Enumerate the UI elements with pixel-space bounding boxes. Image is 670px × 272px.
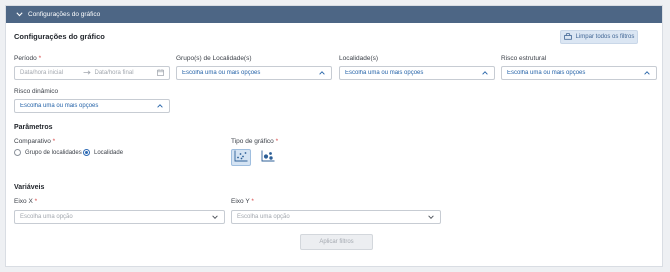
localidade-label: Localidade(s): [339, 55, 379, 62]
grupo-localidade-value: Escolha uma ou mais opções: [182, 70, 261, 76]
periodo-date-range[interactable]: Data/hora inicial Data/hora final: [14, 66, 170, 80]
risco-dinamico-label: Risco dinâmico: [14, 88, 59, 95]
radio-label: Localidade: [94, 149, 124, 156]
eixo-x-label: Eixo X *: [14, 198, 37, 205]
end-date-input[interactable]: Data/hora final: [95, 70, 158, 76]
eixo-y-label: Eixo Y *: [231, 198, 254, 205]
required-marker: *: [38, 55, 42, 62]
localidade-select[interactable]: Escolha uma ou mais opções: [339, 66, 495, 80]
chevron-up-icon: [156, 102, 164, 110]
radio-button[interactable]: [14, 149, 21, 156]
risco-dinamico-select[interactable]: Escolha uma ou mais opções: [14, 99, 170, 113]
eixo-x-label-text: Eixo X: [14, 198, 33, 205]
section-title: Configurações do gráfico: [14, 32, 105, 41]
chevron-down-icon[interactable]: [14, 10, 24, 20]
grupo-localidade-label: Grupo(s) de Localidade(s): [176, 55, 252, 62]
panel-header[interactable]: Configurações do gráfico: [6, 6, 662, 23]
required-marker: *: [251, 198, 254, 205]
eixo-x-select[interactable]: Escolha uma opção: [14, 210, 225, 224]
chart-settings-panel: Configurações do gráfico Configurações d…: [5, 5, 663, 267]
periodo-label-text: Período: [14, 55, 37, 62]
radio-label: Grupo de localidades: [25, 149, 82, 156]
scatter-chart-button[interactable]: [231, 149, 251, 166]
clear-filters-label: Limpar todos os filtros: [575, 34, 635, 40]
periodo-label: Período *: [14, 55, 41, 62]
parametros-title: Parâmetros: [14, 124, 53, 131]
chevron-up-icon: [481, 69, 489, 77]
comparativo-label-text: Comparativo: [14, 138, 51, 145]
radio-button-selected[interactable]: [83, 149, 90, 156]
arrow-right-icon: [83, 69, 95, 77]
risco-dinamico-value: Escolha uma ou mais opções: [20, 103, 99, 109]
bubble-chart-button[interactable]: [258, 149, 278, 166]
bubble-chart-icon: [261, 149, 275, 167]
panel-header-title: Configurações do gráfico: [28, 11, 101, 18]
variaveis-title: Variáveis: [14, 184, 45, 191]
grupo-localidade-select[interactable]: Escolha uma ou mais opções: [176, 66, 332, 80]
eixo-x-placeholder: Escolha uma opção: [20, 214, 73, 220]
eixo-y-placeholder: Escolha uma opção: [237, 214, 290, 220]
localidade-value: Escolha uma ou mais opções: [345, 70, 424, 76]
scatter-chart-icon: [234, 149, 248, 167]
required-marker: *: [34, 198, 38, 205]
chevron-up-icon: [318, 69, 326, 77]
chevron-up-icon: [643, 69, 651, 77]
risco-estrutural-select[interactable]: Escolha uma ou mais opções: [501, 66, 657, 80]
calendar-icon[interactable]: [157, 68, 164, 78]
clear-filter-icon: [563, 32, 572, 42]
comparativo-label: Comparativo *: [14, 138, 55, 145]
risco-estrutural-value: Escolha uma ou mais opções: [507, 70, 586, 76]
apply-filters-button[interactable]: Aplicar filtros: [300, 234, 373, 250]
tipo-grafico-label-text: Tipo de gráfico: [231, 138, 274, 145]
risco-estrutural-label: Risco estrutural: [501, 55, 547, 62]
radio-localidade[interactable]: Localidade: [83, 149, 123, 156]
clear-filters-button[interactable]: Limpar todos os filtros: [560, 30, 638, 44]
eixo-y-select[interactable]: Escolha uma opção: [231, 210, 441, 224]
radio-grupo-localidades[interactable]: Grupo de localidades: [14, 149, 82, 156]
chevron-down-icon: [211, 213, 219, 221]
chevron-down-icon: [427, 213, 435, 221]
start-date-input[interactable]: Data/hora inicial: [20, 70, 83, 76]
eixo-y-label-text: Eixo Y: [231, 198, 250, 205]
tipo-grafico-label: Tipo de gráfico *: [231, 138, 278, 145]
required-marker: *: [275, 138, 279, 145]
required-marker: *: [52, 138, 56, 145]
